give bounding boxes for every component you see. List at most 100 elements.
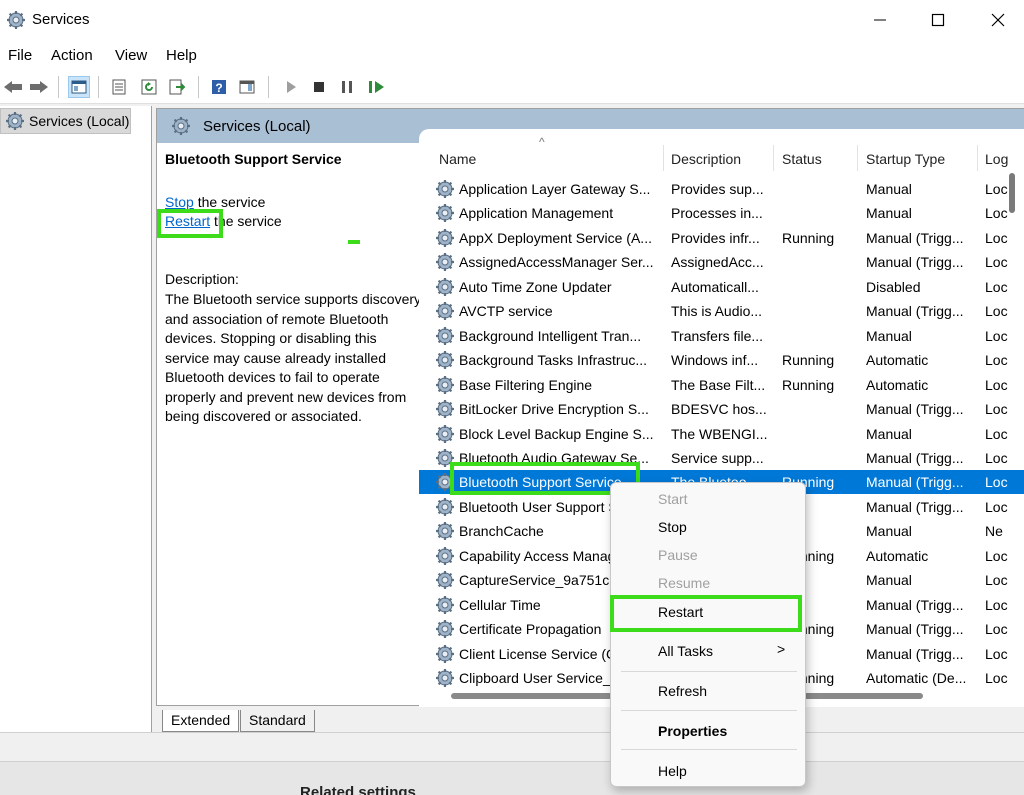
help-toolbar-button[interactable]: ? bbox=[208, 76, 230, 98]
pane-header-title: Services (Local) bbox=[203, 118, 311, 135]
close-button[interactable] bbox=[968, 0, 1024, 40]
table-row[interactable]: BitLocker Drive Encryption S... BDESVC ho… bbox=[419, 397, 1024, 421]
table-row[interactable]: AppX Deployment Service (A... Provides in… bbox=[419, 226, 1024, 250]
maximize-button[interactable] bbox=[908, 0, 968, 40]
service-startup-type-cell: Manual bbox=[866, 425, 912, 442]
service-startup-type-cell: Manual (Trigg... bbox=[866, 229, 964, 246]
refresh-icon bbox=[141, 79, 157, 95]
service-description-cell: BDESVC hos... bbox=[671, 401, 767, 418]
service-gear-icon bbox=[435, 521, 455, 542]
column-header-status[interactable]: Status bbox=[782, 151, 822, 167]
service-description-cell: The WBENGI... bbox=[671, 425, 767, 442]
context-menu-properties[interactable]: Properties bbox=[658, 723, 727, 739]
services-pane: Services (Local) Bluetooth Support Servi… bbox=[156, 108, 1024, 707]
back-arrow-icon bbox=[4, 81, 22, 93]
column-header-startup-type[interactable]: Startup Type bbox=[866, 151, 945, 167]
forward-button[interactable] bbox=[28, 76, 50, 98]
service-log-on-cell: Loc bbox=[985, 645, 1008, 662]
table-row[interactable]: Application Management Processes in... Man… bbox=[419, 201, 1024, 225]
context-menu-start[interactable]: Start bbox=[658, 491, 688, 507]
stop-service-button[interactable] bbox=[308, 76, 330, 98]
service-startup-type-cell: Manual (Trigg... bbox=[866, 621, 964, 638]
menu-view[interactable]: View bbox=[115, 47, 147, 64]
export-list-button[interactable] bbox=[166, 76, 188, 98]
service-gear-icon bbox=[435, 594, 455, 615]
service-name-cell: Application Layer Gateway S... bbox=[459, 181, 651, 197]
export-icon bbox=[169, 79, 185, 95]
column-header-name[interactable]: Name bbox=[439, 151, 476, 167]
console-tree-icon bbox=[71, 80, 87, 94]
view-tabs: Extended Standard bbox=[156, 708, 456, 732]
service-gear-icon bbox=[435, 325, 455, 346]
service-name-cell: AssignedAccessManager Ser... bbox=[459, 254, 654, 271]
table-row[interactable]: Block Level Backup Engine S... The WBENGI… bbox=[419, 422, 1024, 446]
context-menu-pause[interactable]: Pause bbox=[658, 547, 698, 563]
service-description: The Bluetooth service supports discovery… bbox=[165, 291, 422, 424]
service-description-cell: Windows inf... bbox=[671, 352, 759, 369]
show-hide-action-pane-button[interactable] bbox=[236, 76, 258, 98]
show-hide-console-tree-button[interactable] bbox=[68, 76, 90, 98]
service-log-on-cell: Loc bbox=[985, 474, 1008, 491]
stop-icon bbox=[314, 82, 324, 92]
tab-extended[interactable]: Extended bbox=[162, 710, 240, 732]
service-description-cell: This is Audio... bbox=[671, 303, 763, 320]
minimize-button[interactable] bbox=[850, 0, 910, 40]
sort-ascending-icon: ^ bbox=[539, 135, 545, 149]
refresh-toolbar-button[interactable] bbox=[138, 76, 160, 98]
table-row[interactable]: AssignedAccessManager Ser... AssignedAcc.… bbox=[419, 250, 1024, 274]
service-description-cell: Automaticall... bbox=[671, 278, 759, 295]
restart-service-button[interactable] bbox=[366, 76, 388, 98]
table-row[interactable]: Background Tasks Infrastruc... Windows in… bbox=[419, 348, 1024, 372]
context-menu-help[interactable]: Help bbox=[658, 763, 687, 779]
table-row[interactable]: Base Filtering Engine The Base Filt... Run… bbox=[419, 373, 1024, 397]
start-service-button[interactable] bbox=[280, 76, 302, 98]
stop-service-link[interactable]: Stop bbox=[165, 194, 194, 210]
toolbar: ? bbox=[0, 70, 1024, 104]
service-startup-type-cell: Automatic bbox=[866, 376, 929, 393]
services-gear-icon bbox=[171, 116, 191, 136]
table-row[interactable]: Auto Time Zone Updater Automaticall... Dis… bbox=[419, 275, 1024, 299]
properties-toolbar-button[interactable] bbox=[108, 76, 130, 98]
menu-file[interactable]: File bbox=[8, 47, 32, 64]
tree-node-label: Services (Local) bbox=[29, 113, 130, 129]
service-log-on-cell: Ne bbox=[985, 523, 1003, 540]
column-header-description[interactable]: Description bbox=[671, 151, 741, 167]
service-name-cell: Background Intelligent Tran... bbox=[459, 327, 642, 344]
service-startup-type-cell: Manual bbox=[866, 327, 912, 344]
service-name-cell: BitLocker Drive Encryption S... bbox=[459, 401, 649, 418]
service-log-on-cell: Loc bbox=[985, 401, 1008, 418]
table-row[interactable]: Application Layer Gateway S... Provides s… bbox=[419, 177, 1024, 201]
highlight-restart-link bbox=[157, 209, 223, 238]
service-startup-type-cell: Disabled bbox=[866, 278, 921, 295]
service-startup-type-cell: Manual bbox=[866, 523, 912, 540]
service-log-on-cell: Loc bbox=[985, 498, 1008, 515]
service-name-cell: Auto Time Zone Updater bbox=[459, 278, 612, 295]
service-gear-icon bbox=[435, 570, 455, 591]
back-button[interactable] bbox=[2, 76, 24, 98]
forward-arrow-icon bbox=[30, 81, 48, 93]
tree-node-services-local[interactable]: Services (Local) bbox=[0, 108, 131, 134]
context-menu-refresh[interactable]: Refresh bbox=[658, 683, 707, 699]
service-gear-icon bbox=[435, 423, 455, 444]
service-gear-icon bbox=[435, 399, 455, 420]
service-name-cell: Base Filtering Engine bbox=[459, 376, 593, 393]
menu-action[interactable]: Action bbox=[51, 47, 93, 64]
description-label: Description: bbox=[165, 271, 239, 287]
service-startup-type-cell: Manual (Trigg... bbox=[866, 474, 964, 491]
context-menu-all-tasks[interactable]: All Tasks bbox=[658, 643, 713, 659]
context-menu-resume[interactable]: Resume bbox=[658, 575, 710, 591]
vertical-scrollbar-thumb[interactable] bbox=[1009, 173, 1015, 213]
background-settings-window: Related settings bbox=[0, 762, 1024, 795]
column-header-log-on-as[interactable]: Log bbox=[985, 151, 1008, 167]
table-row[interactable]: AVCTP service This is Audio... Manual (Tri… bbox=[419, 299, 1024, 323]
service-log-on-cell: Loc bbox=[985, 670, 1008, 686]
svg-text:?: ? bbox=[215, 81, 222, 95]
menu-help[interactable]: Help bbox=[166, 47, 197, 64]
service-log-on-cell: Loc bbox=[985, 572, 1008, 589]
tab-standard[interactable]: Standard bbox=[240, 710, 315, 732]
pause-service-button[interactable] bbox=[336, 76, 358, 98]
context-menu-stop[interactable]: Stop bbox=[658, 519, 687, 535]
service-gear-icon bbox=[435, 643, 455, 664]
table-row[interactable]: Background Intelligent Tran... Transfers … bbox=[419, 324, 1024, 348]
service-gear-icon bbox=[435, 350, 455, 371]
